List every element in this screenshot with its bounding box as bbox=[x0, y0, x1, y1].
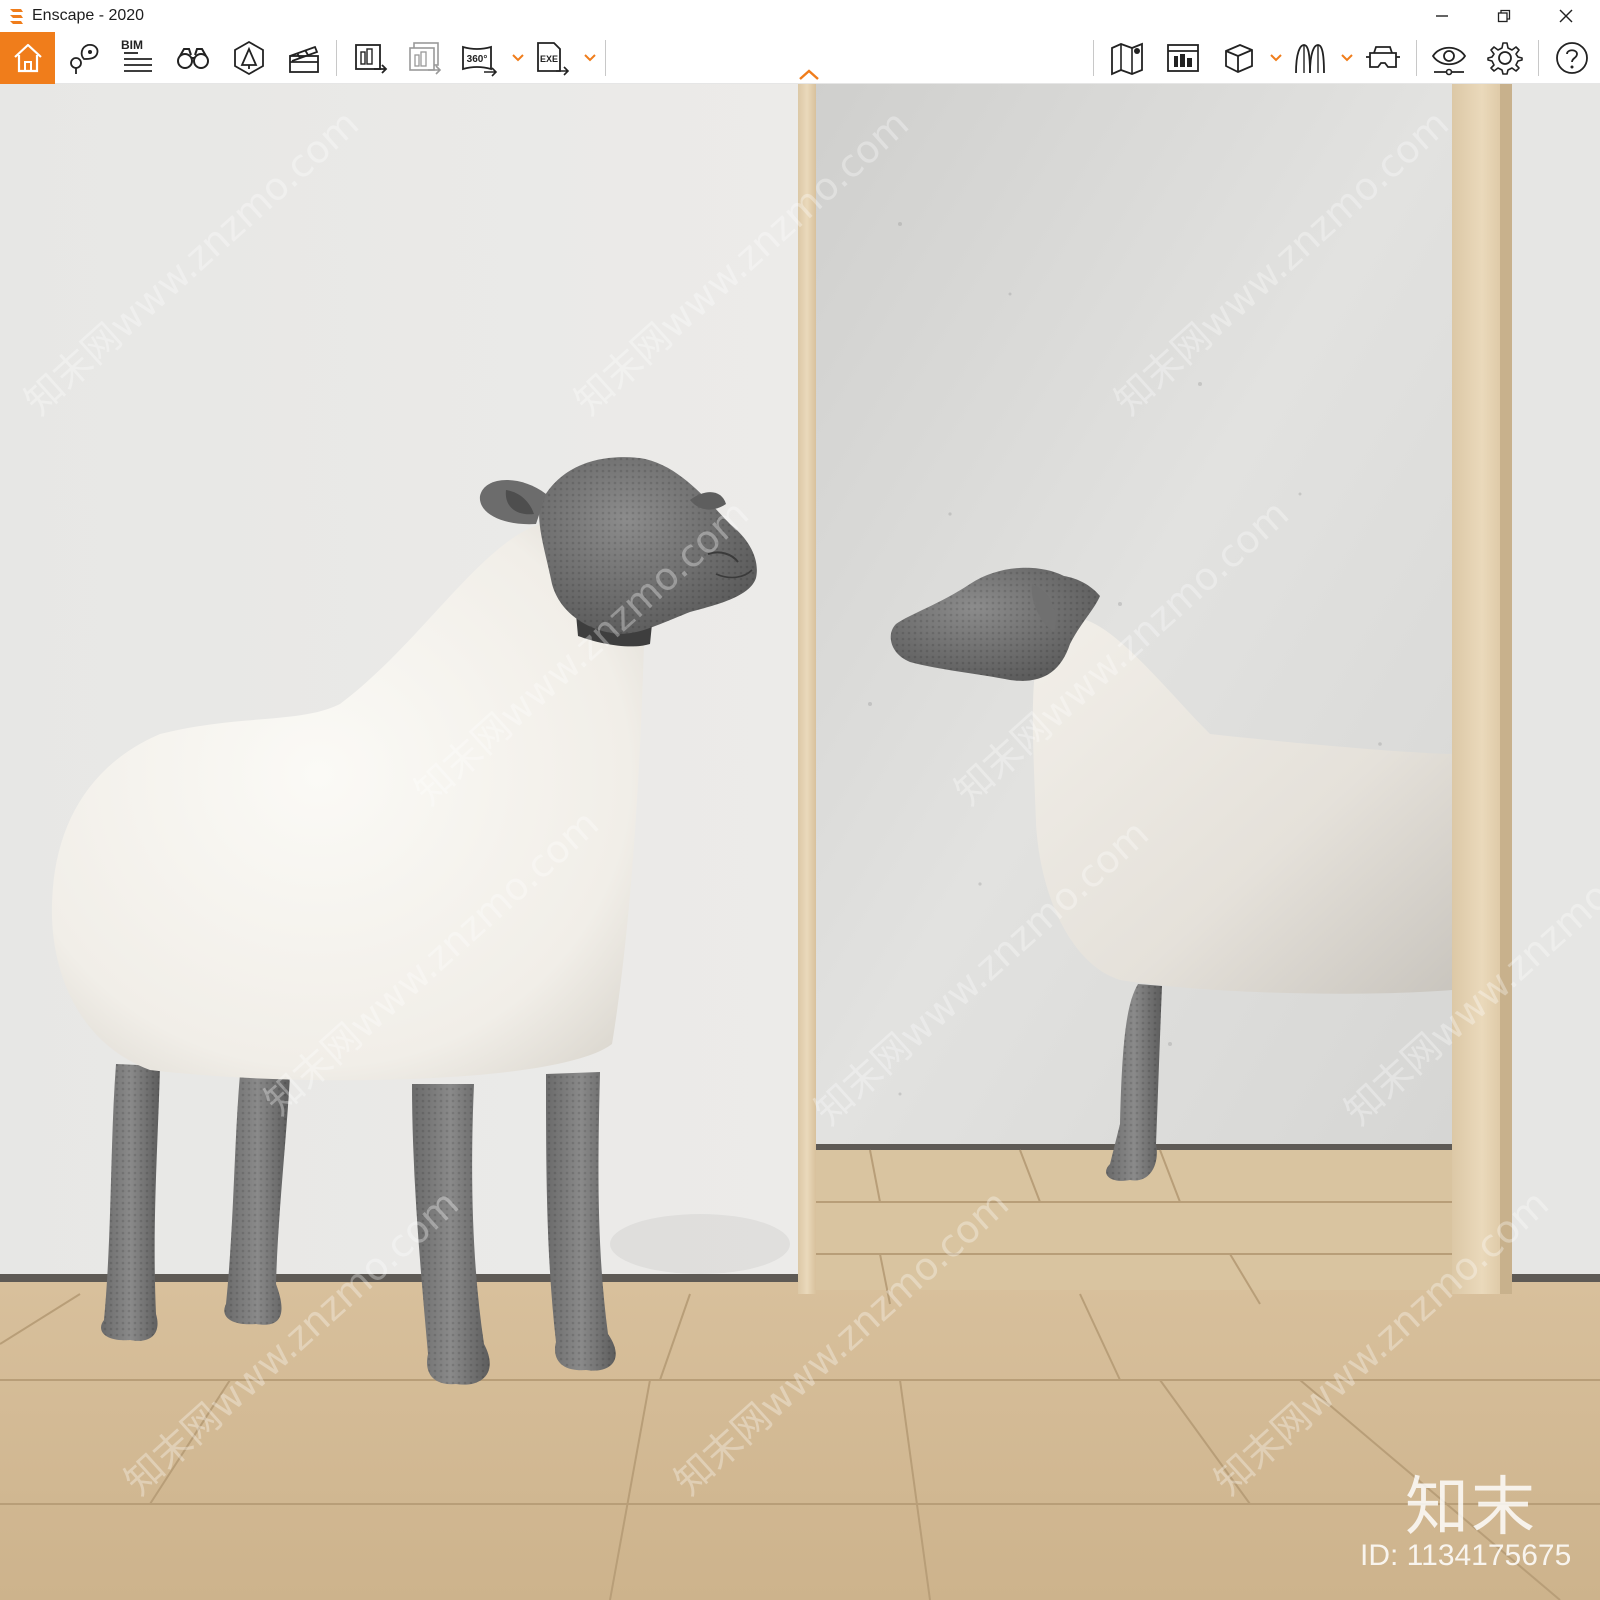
chevron-down-icon[interactable] bbox=[583, 50, 597, 64]
batch-render-button[interactable] bbox=[402, 36, 448, 80]
asset-library-button[interactable] bbox=[226, 36, 272, 80]
views-icon bbox=[1167, 44, 1199, 72]
visual-settings-icon bbox=[1431, 46, 1467, 76]
restore-button[interactable] bbox=[1474, 0, 1534, 32]
toolbar-separator bbox=[1538, 40, 1539, 76]
vr-headset-icon bbox=[1366, 46, 1400, 68]
toolbar-separator bbox=[605, 40, 606, 76]
home-icon bbox=[13, 43, 42, 73]
visual-settings-button[interactable] bbox=[1426, 36, 1472, 80]
map-icon bbox=[1111, 42, 1143, 76]
asset-library-icon bbox=[234, 40, 264, 76]
exe-label: EXE bbox=[540, 54, 558, 64]
enscape-logo-icon bbox=[10, 9, 23, 24]
render-viewport[interactable]: 知末网www.znzmo.com 知末网www.znzmo.com 知末网www… bbox=[0, 84, 1600, 1600]
minimize-icon bbox=[1436, 15, 1448, 17]
exe-export-button[interactable]: EXE bbox=[528, 36, 574, 80]
panorama-360-button[interactable]: 360° bbox=[456, 36, 502, 80]
toolbar-separator bbox=[336, 40, 337, 76]
general-settings-button[interactable] bbox=[1482, 36, 1528, 80]
map-button[interactable] bbox=[1104, 36, 1150, 80]
title-bar: Enscape - 2020 bbox=[0, 0, 1600, 32]
close-button[interactable] bbox=[1536, 0, 1596, 32]
exe-export-icon: EXE bbox=[537, 42, 570, 76]
gear-icon bbox=[1487, 42, 1523, 75]
chevron-down-icon[interactable] bbox=[1269, 50, 1283, 64]
binoculars-icon bbox=[177, 48, 209, 69]
video-editor-button[interactable] bbox=[281, 36, 327, 80]
right-wall bbox=[1512, 84, 1600, 1300]
home-button[interactable] bbox=[0, 32, 55, 84]
screenshot-export-icon bbox=[355, 44, 388, 74]
views-button[interactable] bbox=[1160, 36, 1206, 80]
chevron-down-icon[interactable] bbox=[511, 50, 525, 64]
bim-label: BIM bbox=[121, 38, 143, 52]
watermark-id: ID: 1134175675 bbox=[1360, 1539, 1572, 1572]
video-editor-icon bbox=[289, 45, 319, 73]
binoculars-button[interactable] bbox=[170, 36, 216, 80]
window-title: Enscape - 2020 bbox=[32, 7, 145, 24]
shadow bbox=[610, 1214, 790, 1274]
help-icon bbox=[1556, 42, 1588, 74]
chevron-down-icon[interactable] bbox=[1340, 50, 1354, 64]
baseboard bbox=[1512, 1274, 1600, 1282]
restore-icon bbox=[1497, 9, 1511, 23]
batch-render-icon bbox=[409, 42, 442, 75]
vr-headset-button[interactable] bbox=[1360, 36, 1406, 80]
rendered-scene bbox=[0, 84, 1600, 1600]
location-button[interactable] bbox=[60, 36, 106, 80]
toolbar-separator bbox=[1416, 40, 1417, 76]
close-icon bbox=[1559, 9, 1573, 23]
watermark-logo: 知末 bbox=[1405, 1471, 1537, 1545]
panorama-360-icon: 360° bbox=[462, 45, 498, 77]
material-editor-button[interactable] bbox=[1287, 36, 1333, 80]
collapse-toolbar-icon[interactable] bbox=[797, 68, 821, 82]
material-editor-icon bbox=[1295, 44, 1325, 74]
section-box-icon bbox=[1225, 44, 1253, 73]
screenshot-export-button[interactable] bbox=[348, 36, 394, 80]
door-frame-left bbox=[798, 84, 816, 1294]
location-icon bbox=[70, 43, 99, 74]
minimize-button[interactable] bbox=[1412, 0, 1472, 32]
door-frame-edge bbox=[1500, 84, 1512, 1294]
panorama-360-label: 360° bbox=[467, 54, 488, 65]
toolbar-separator bbox=[1093, 40, 1094, 76]
help-button[interactable] bbox=[1550, 36, 1594, 80]
section-box-button[interactable] bbox=[1216, 36, 1262, 80]
